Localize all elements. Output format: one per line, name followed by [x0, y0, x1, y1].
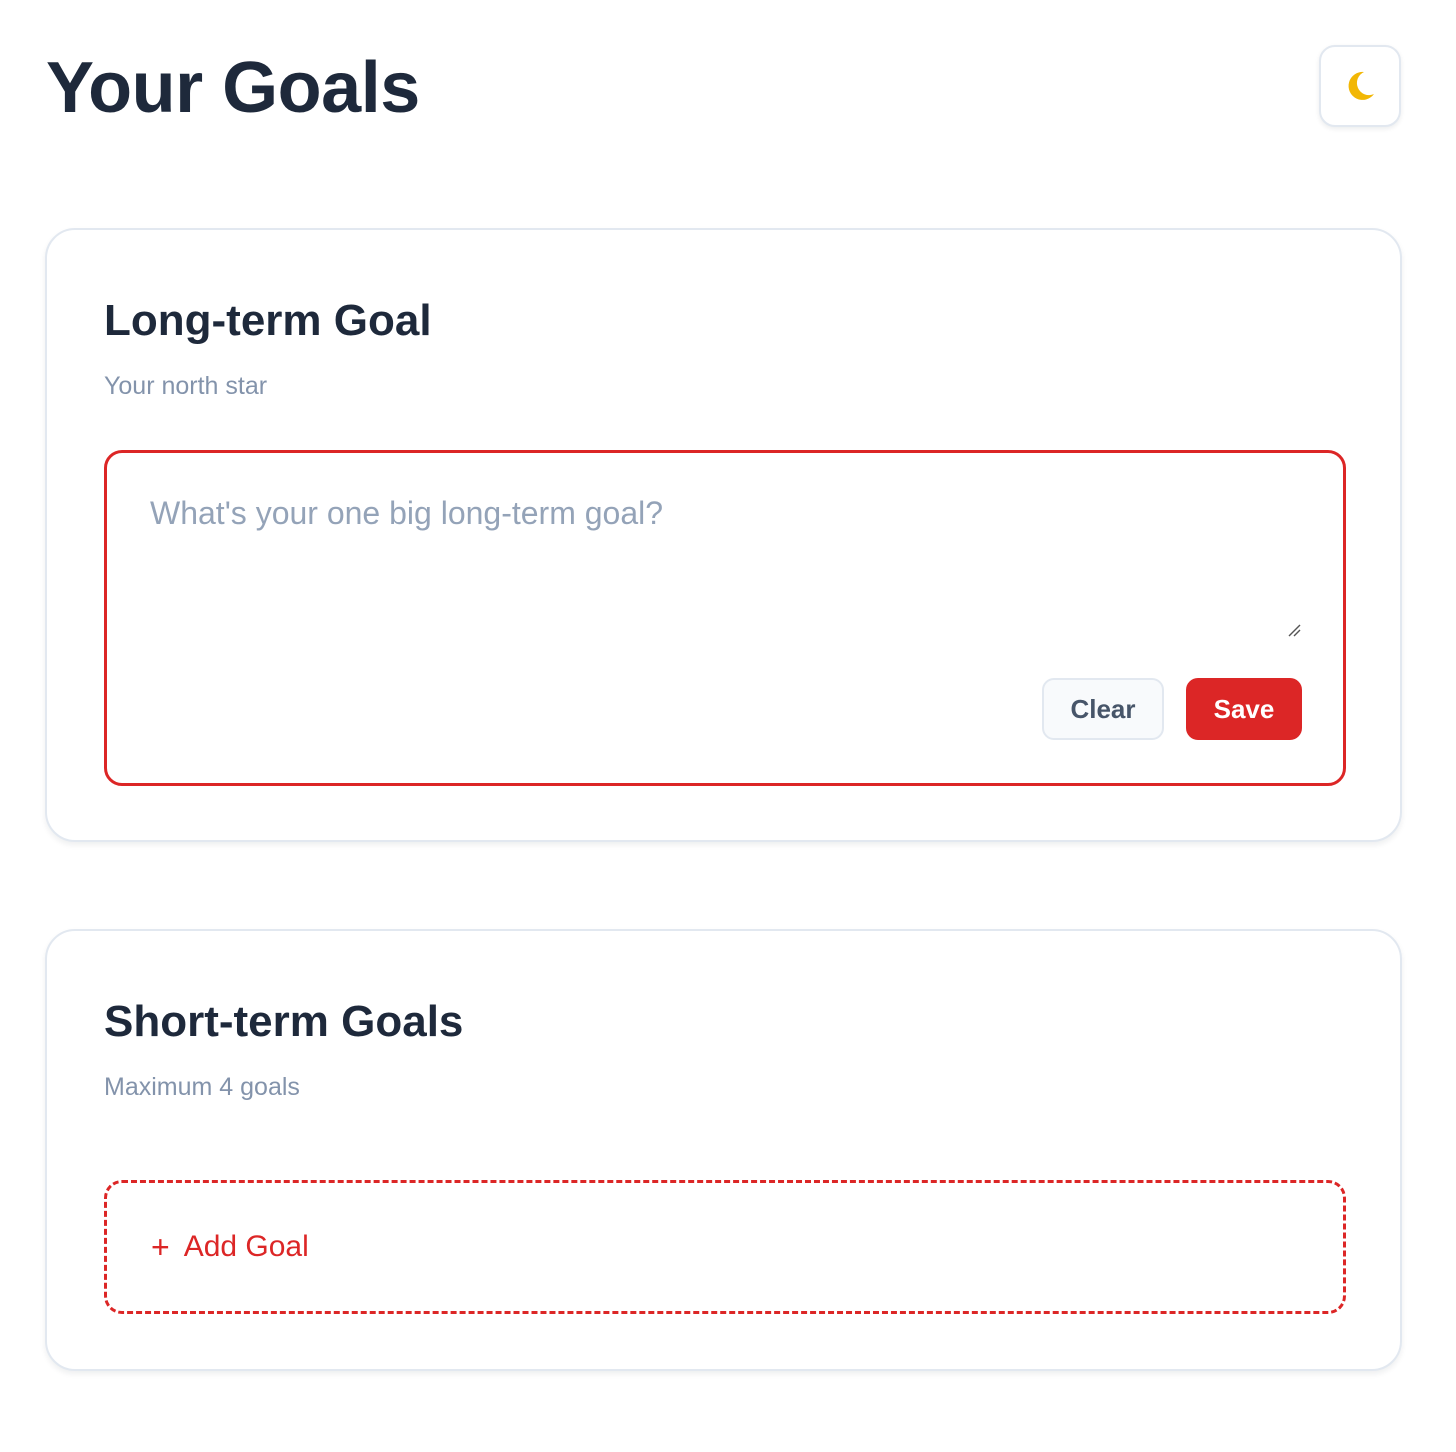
long-term-goal-card: Long-term Goal Your north star Clear Sav…: [45, 228, 1402, 842]
long-term-goal-editor: Clear Save: [104, 450, 1346, 786]
long-term-goal-input[interactable]: [134, 477, 1302, 645]
add-goal-label: Add Goal: [183, 1230, 309, 1263]
long-term-goal-title: Long-term Goal: [104, 296, 432, 345]
short-term-goals-subtitle: Maximum 4 goals: [104, 1073, 300, 1101]
short-term-goals-title: Short-term Goals: [104, 997, 464, 1046]
theme-toggle-button[interactable]: [1319, 45, 1401, 127]
long-term-goal-subtitle: Your north star: [104, 372, 268, 400]
page-title: Your Goals: [46, 48, 420, 128]
crescent-moon-icon: [1342, 68, 1378, 104]
resize-handle-icon[interactable]: [1287, 623, 1301, 637]
short-term-goals-card: Short-term Goals Maximum 4 goals + Add G…: [45, 929, 1402, 1371]
plus-icon: +: [151, 1229, 170, 1265]
goals-page: Your Goals Long-term Goal Your north sta…: [0, 0, 1456, 1452]
clear-button[interactable]: Clear: [1042, 678, 1164, 740]
save-button[interactable]: Save: [1186, 678, 1302, 740]
add-goal-button[interactable]: + Add Goal: [104, 1180, 1346, 1314]
